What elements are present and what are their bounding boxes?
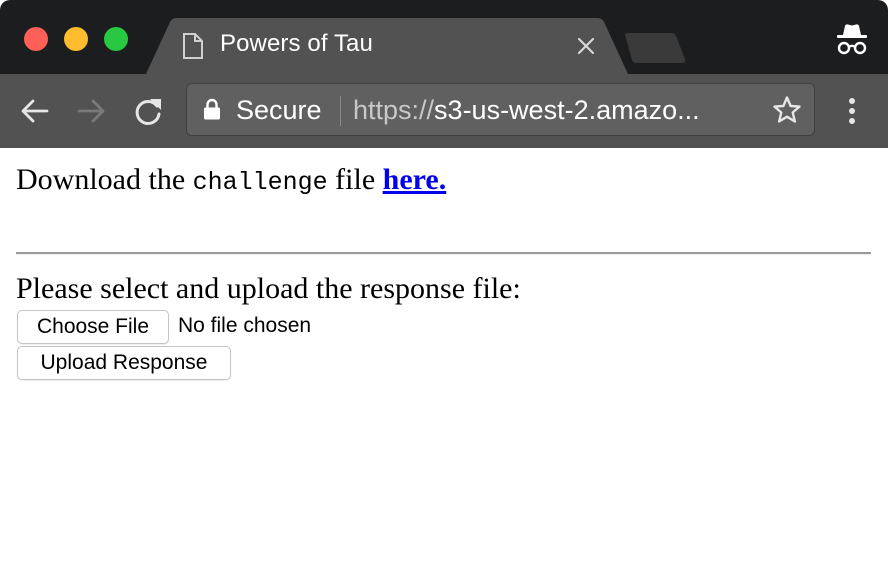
tab-background <box>146 18 628 74</box>
window-minimize-button[interactable] <box>64 27 88 51</box>
close-tab-icon[interactable] <box>574 34 598 58</box>
window-zoom-button[interactable] <box>104 27 128 51</box>
incognito-icon[interactable] <box>834 22 870 56</box>
download-link[interactable]: here. <box>383 163 447 196</box>
document-icon <box>183 33 203 59</box>
file-status: No file chosen <box>178 314 312 337</box>
url-scheme: https:// <box>353 95 435 125</box>
vertical-dots-icon[interactable] <box>838 94 866 128</box>
new-tab-button[interactable] <box>622 33 688 63</box>
page-content: Download the challenge file here. Please… <box>0 148 888 580</box>
url-text[interactable]: https://s3-us-west-2.amazo... <box>353 95 700 126</box>
omnibox-separator <box>340 96 341 126</box>
download-instructions: Download the challenge file here. <box>16 163 446 197</box>
security-label: Secure <box>236 95 322 125</box>
download-text-after: file <box>327 163 383 196</box>
choose-file-button[interactable]: Choose File <box>17 310 169 344</box>
url-host: s3-us-west-2.amazo... <box>434 95 700 125</box>
upload-prompt: Please select and upload the response fi… <box>16 272 521 305</box>
upload-response-button[interactable]: Upload Response <box>17 346 231 380</box>
reload-icon[interactable] <box>131 94 165 128</box>
browser-toolbar: Secure https://s3-us-west-2.amazo... <box>0 74 888 148</box>
browser-title-bar: Powers of Tau <box>0 0 888 74</box>
star-icon[interactable] <box>771 94 803 126</box>
challenge-code: challenge <box>192 168 328 197</box>
download-text-before: Download the <box>16 163 193 196</box>
tab-powers-of-tau[interactable]: Powers of Tau <box>146 18 628 74</box>
arrow-right-icon[interactable] <box>74 94 108 128</box>
arrow-left-icon[interactable] <box>18 94 52 128</box>
horizontal-divider <box>16 252 871 255</box>
tab-title: Powers of Tau <box>220 30 373 57</box>
address-bar[interactable]: Secure https://s3-us-west-2.amazo... <box>186 83 815 136</box>
window-close-button[interactable] <box>24 27 48 51</box>
lock-icon <box>204 98 220 120</box>
